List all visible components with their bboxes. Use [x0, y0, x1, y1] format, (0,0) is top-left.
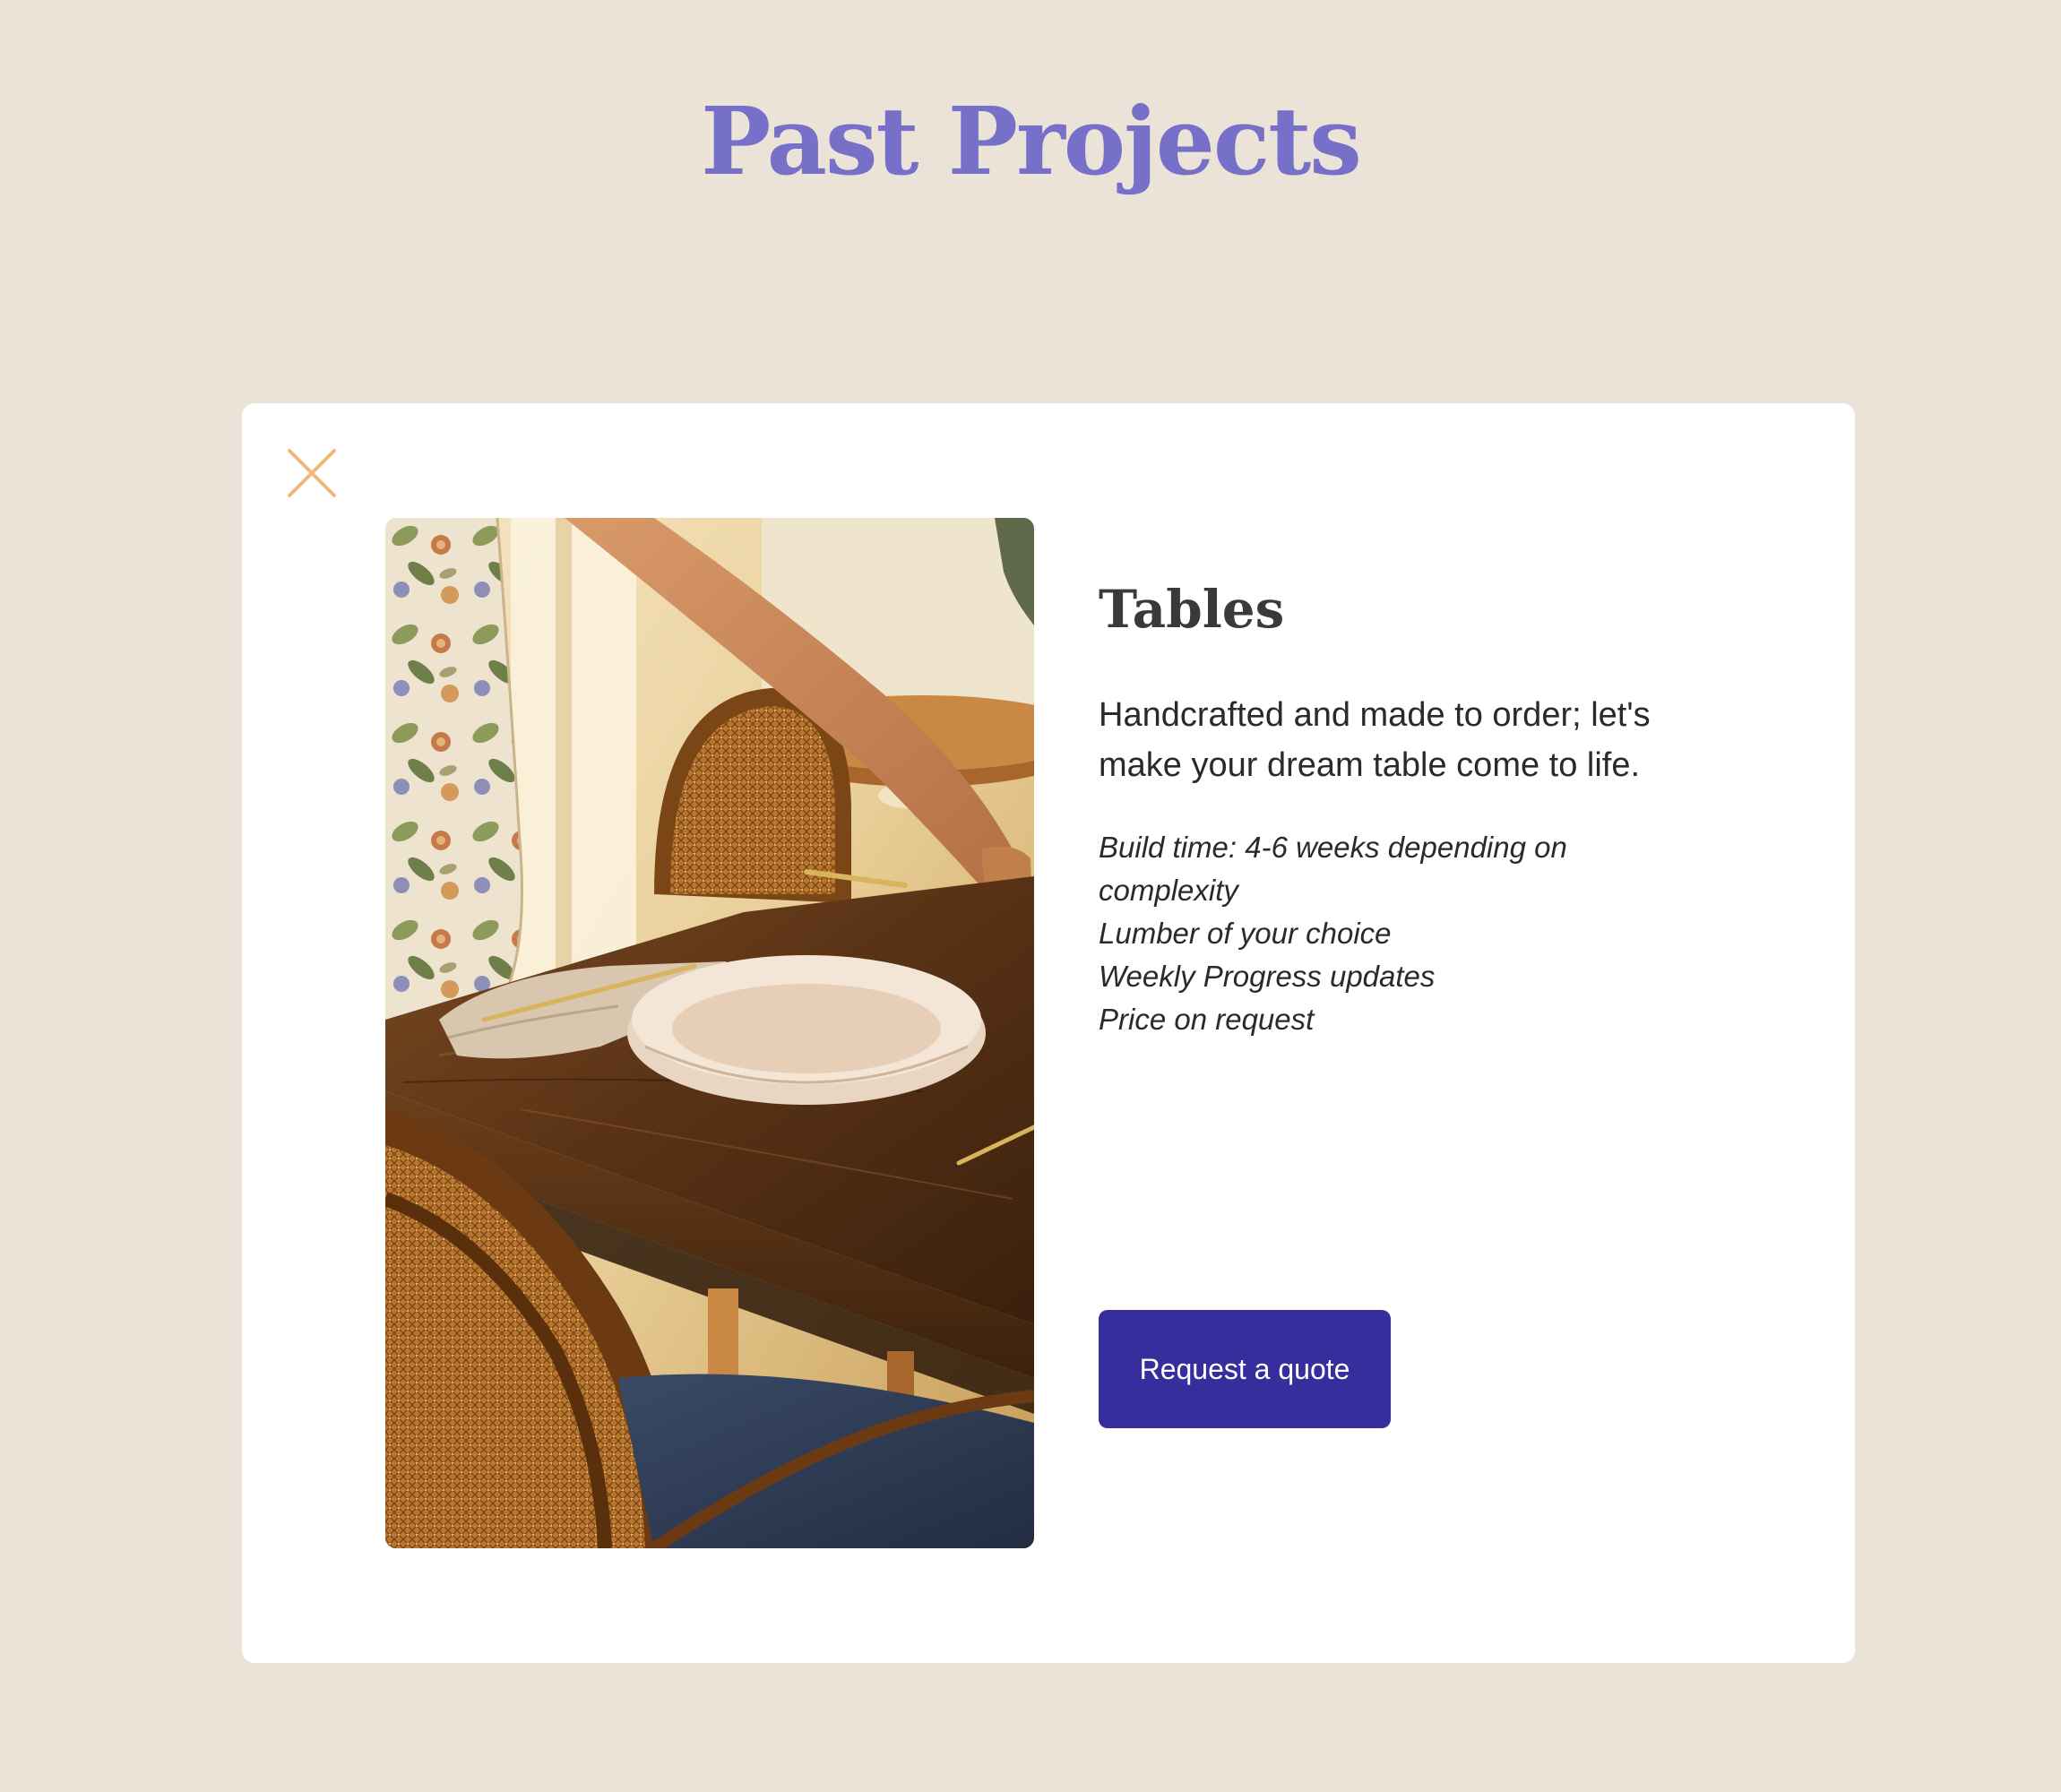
request-quote-button[interactable]: Request a quote [1099, 1310, 1391, 1428]
item-description: Handcrafted and made to order; let's mak… [1099, 696, 1651, 784]
spec-lumber: Lumber of your choice [1099, 917, 1392, 950]
close-icon [288, 449, 336, 497]
page-title: Past Projects [701, 86, 1362, 196]
spec-build-time: Build time: 4-6 weeks depending on compl… [1099, 831, 1567, 907]
spec-progress-updates: Weekly Progress updates [1099, 960, 1436, 993]
project-modal: Tables Handcrafted and made to order; le… [242, 403, 1855, 1663]
spec-price: Price on request [1099, 1003, 1315, 1036]
item-specs: Build time: 4-6 weeks depending on compl… [1099, 826, 1654, 1041]
item-title: Tables [1099, 579, 1285, 640]
close-button[interactable] [287, 448, 337, 498]
project-photo [385, 518, 1034, 1548]
